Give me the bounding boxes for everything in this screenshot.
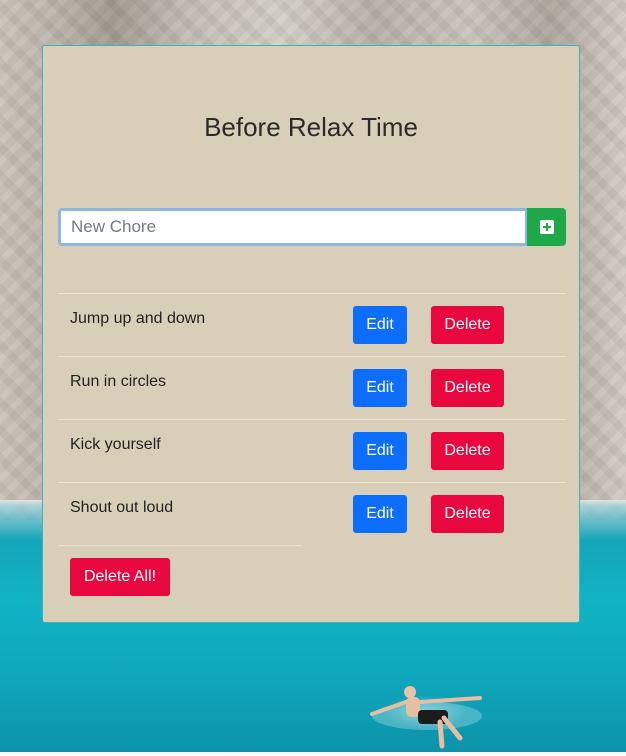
chore-item: Run in circles Edit Delete [58,356,566,419]
chore-name: Shout out loud [70,499,174,516]
chore-name: Jump up and down [70,310,206,327]
chore-name: Run in circles [70,373,167,390]
delete-button[interactable]: Delete [431,369,504,407]
edit-button[interactable]: Edit [353,369,407,407]
new-chore-input[interactable] [58,208,528,246]
swimmer-image [370,686,482,749]
plus-square-icon [539,220,554,234]
edit-button[interactable]: Edit [353,306,407,344]
list-divider [58,545,302,546]
delete-button[interactable]: Delete [431,495,504,533]
delete-button[interactable]: Delete [431,432,504,470]
chores-card: Before Relax Time Jump up and down Edit … [42,45,580,623]
chore-item: Jump up and down Edit Delete [58,293,566,356]
page-title: Before Relax Time [204,112,418,142]
add-chore-button[interactable] [527,208,566,246]
delete-all-button[interactable]: Delete All! [70,558,170,596]
chore-item: Kick yourself Edit Delete [58,419,566,482]
chore-name: Kick yourself [70,436,161,453]
chore-list: Jump up and down Edit Delete Run in circ… [58,293,566,545]
chore-item: Shout out loud Edit Delete [58,482,566,545]
new-chore-form [58,208,566,246]
edit-button[interactable]: Edit [353,432,407,470]
edit-button[interactable]: Edit [353,495,407,533]
delete-button[interactable]: Delete [431,306,504,344]
